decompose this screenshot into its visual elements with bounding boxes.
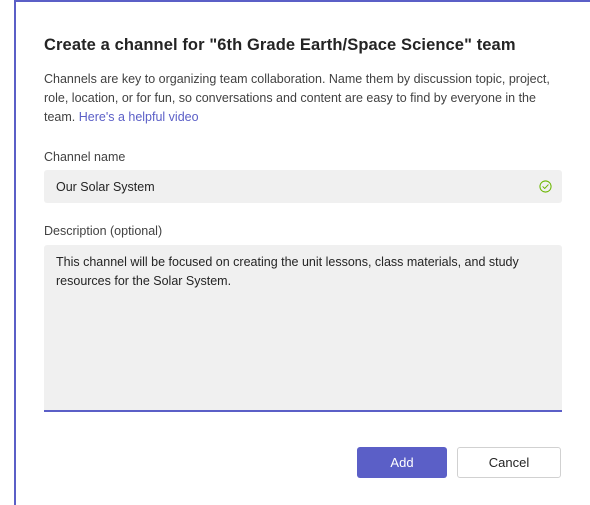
- helpful-video-link[interactable]: Here's a helpful video: [79, 110, 199, 124]
- description-label: Description (optional): [44, 224, 163, 238]
- channel-name-input[interactable]: [44, 170, 526, 203]
- channel-name-field[interactable]: [44, 170, 562, 203]
- cancel-button[interactable]: Cancel: [457, 447, 561, 478]
- description-field[interactable]: This channel will be focused on creating…: [44, 245, 568, 412]
- add-button[interactable]: Add: [357, 447, 447, 478]
- create-channel-dialog: Create a channel for "6th Grade Earth/Sp…: [16, 2, 590, 505]
- dialog-title: Create a channel for "6th Grade Earth/Sp…: [44, 36, 516, 54]
- channel-name-label: Channel name: [44, 150, 126, 164]
- check-circle-icon: [539, 180, 552, 193]
- dialog-description: Channels are key to organizing team coll…: [44, 70, 564, 127]
- description-textarea[interactable]: This channel will be focused on creating…: [44, 245, 568, 411]
